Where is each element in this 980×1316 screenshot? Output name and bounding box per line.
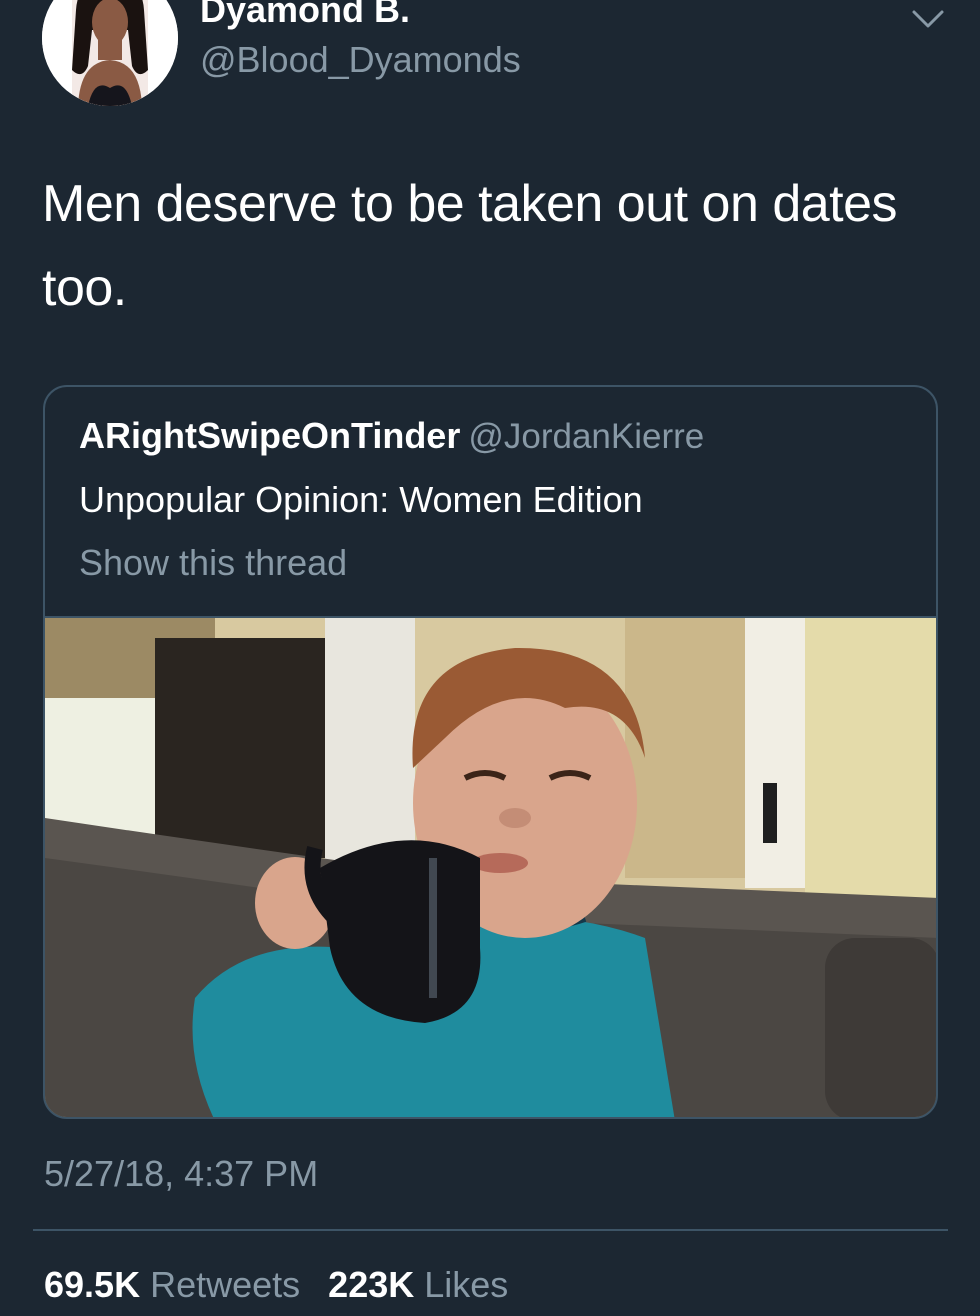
likes-count: 223K	[328, 1264, 415, 1305]
tweet-detail: Dyamond B. @Blood_Dyamonds Men deserve t…	[0, 0, 980, 1316]
quoted-author-display-name: ARightSwipeOnTinder	[79, 415, 461, 456]
footer-divider	[33, 1229, 948, 1231]
show-thread-link[interactable]: Show this thread	[79, 542, 347, 584]
retweets-stat[interactable]: 69.5K Retweets	[44, 1264, 300, 1305]
author-display-name[interactable]: Dyamond B.	[200, 0, 410, 31]
quoted-tweet-card[interactable]: ARightSwipeOnTinder @JordanKierre Unpopul…	[43, 385, 938, 1119]
likes-stat[interactable]: 223K Likes	[328, 1264, 508, 1305]
likes-label: Likes	[424, 1264, 509, 1305]
profile-photo-icon	[42, 0, 178, 106]
tweet-stats: 69.5K Retweets 223K Likes	[44, 1264, 526, 1306]
chevron-down-icon[interactable]	[908, 4, 948, 32]
photo-boy-drinking-from-black-mug-icon	[45, 618, 936, 1117]
tweet-text: Men deserve to be taken out on dates too…	[42, 175, 898, 317]
author-handle[interactable]: @Blood_Dyamonds	[200, 38, 521, 81]
tweet-timestamp: 5/27/18, 4:37 PM	[44, 1153, 319, 1194]
retweets-label: Retweets	[150, 1264, 301, 1305]
quoted-author-handle: @JordanKierre	[468, 417, 705, 456]
quoted-tweet-text: Unpopular Opinion: Women Edition	[79, 479, 643, 520]
author-avatar[interactable]	[42, 0, 178, 106]
quoted-tweet-media[interactable]	[45, 618, 936, 1117]
quoted-tweet-header: ARightSwipeOnTinder @JordanKierre	[79, 415, 704, 457]
retweets-count: 69.5K	[44, 1264, 141, 1305]
